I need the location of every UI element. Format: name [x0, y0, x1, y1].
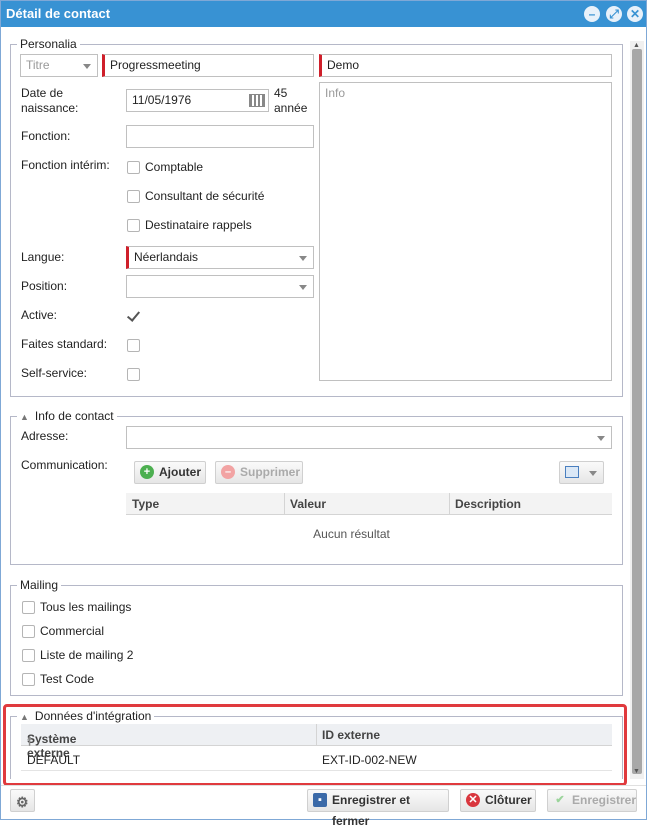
communication-grid-header: Type Valeur Description — [126, 493, 612, 515]
footer-toolbar: ⚙ ▪ Enregistrer et fermer ✕ Clôturer ✔ Enre… — [1, 785, 646, 828]
col-valeur[interactable]: Valeur — [290, 497, 326, 511]
row-system: DEFAULT — [27, 753, 81, 767]
fonction-input[interactable] — [126, 125, 314, 148]
minimize-icon[interactable]: – — [584, 6, 600, 22]
mailing-checkbox-0[interactable] — [22, 601, 35, 614]
check-icon: ✔ — [555, 794, 565, 806]
scroll-up-icon: ▲ — [633, 42, 640, 49]
scroll-down-icon: ▼ — [633, 768, 640, 775]
collapse-icon[interactable]: ▲ — [20, 412, 29, 422]
delete-button[interactable]: – Supprimer — [215, 461, 303, 484]
mailing-item-2: Liste de mailing 2 — [40, 648, 134, 662]
close-circle-icon: ✕ — [466, 793, 480, 807]
collapse-icon[interactable]: ▲ — [20, 712, 29, 722]
save-close-button[interactable]: ▪ Enregistrer et fermer — [307, 789, 449, 828]
integration-legend[interactable]: ▲ Données d'intégration — [17, 709, 154, 724]
plus-icon: + — [140, 465, 154, 479]
chevron-down-icon — [83, 64, 91, 69]
chevron-down-icon — [597, 436, 605, 441]
lastname-input[interactable]: Demo — [319, 54, 612, 77]
position-select[interactable] — [126, 275, 314, 298]
interim-checkbox-0[interactable] — [127, 161, 140, 174]
window-title: Détail de contact — [6, 6, 111, 21]
info-textarea[interactable]: Info — [319, 82, 612, 381]
mailing-item-3: Test Code — [40, 672, 95, 686]
contact-detail-window: Détail de contact – ⤢ ✕ Personalia Titre… — [0, 0, 647, 828]
firstname-input[interactable]: Progressmeeting — [102, 54, 314, 77]
interim-option-2: Destinataire rappels — [145, 218, 252, 232]
chevron-down-icon — [589, 471, 597, 476]
vertical-scrollbar[interactable]: ▲ ▼ — [630, 41, 644, 779]
integration-grid-header: Système externe 🠕 ID externe — [21, 724, 612, 760]
close-button[interactable]: ✕ Clôturer — [460, 789, 536, 812]
standard-checkbox[interactable] — [127, 339, 140, 352]
table-row[interactable]: DEFAULT EXT-ID-002-NEW — [21, 749, 612, 771]
settings-button[interactable]: ⚙ — [10, 789, 35, 812]
export-menu-button[interactable] — [559, 461, 604, 484]
fonction-label: Fonction: — [21, 129, 71, 143]
col-description[interactable]: Description — [455, 497, 521, 511]
chevron-down-icon — [299, 256, 307, 261]
empty-message: Aucun résultat — [313, 527, 390, 541]
mailing-item-0: Tous les mailings — [40, 600, 132, 614]
langue-select[interactable]: Néerlandais — [126, 246, 314, 269]
adresse-label: Adresse: — [21, 429, 69, 443]
mailing-legend: Mailing — [20, 578, 59, 592]
position-label: Position: — [21, 279, 68, 293]
col-id-externe[interactable]: ID externe — [322, 728, 380, 742]
row-id: EXT-ID-002-NEW — [322, 753, 417, 767]
title-bar[interactable]: Détail de contact – ⤢ ✕ — [1, 1, 646, 27]
close-icon[interactable]: ✕ — [627, 6, 643, 22]
mailing-item-1: Commercial — [40, 624, 105, 638]
interim-option-0: Comptable — [145, 160, 204, 174]
interim-checkbox-2[interactable] — [127, 219, 140, 232]
gear-icon: ⚙ — [16, 794, 29, 810]
calendar-icon[interactable] — [249, 94, 265, 107]
dob-input[interactable]: 11/05/1976 — [126, 89, 269, 112]
selfservice-checkbox[interactable] — [127, 368, 140, 381]
mailing-checkbox-3[interactable] — [22, 673, 35, 686]
active-checkbox[interactable] — [127, 310, 140, 323]
langue-label: Langue: — [21, 250, 65, 264]
adresse-select[interactable] — [126, 426, 612, 449]
contact-legend[interactable]: ▲ Info de contact — [17, 409, 117, 424]
standard-label: Faites standard: — [21, 337, 108, 351]
dob-label: Date de naissance: — [21, 86, 79, 115]
chevron-down-icon — [299, 285, 307, 290]
add-button[interactable]: + Ajouter — [134, 461, 206, 484]
floppy-icon: ▪ — [313, 793, 327, 807]
title-select[interactable]: Titre — [20, 54, 98, 77]
maximize-icon[interactable]: ⤢ — [606, 6, 622, 22]
save-button[interactable]: ✔ Enregistrer — [547, 789, 637, 812]
export-icon — [565, 466, 579, 478]
age-label: 45 année — [274, 86, 308, 115]
minus-icon: – — [221, 465, 235, 479]
interim-option-1: Consultant de sécurité — [145, 189, 265, 203]
scrollbar-thumb[interactable] — [632, 49, 642, 774]
mailing-checkbox-2[interactable] — [22, 649, 35, 662]
selfservice-label: Self-service: — [21, 366, 88, 380]
mailing-checkbox-1[interactable] — [22, 625, 35, 638]
interim-checkbox-1[interactable] — [127, 190, 140, 203]
active-label: Active: — [21, 308, 58, 322]
interim-label: Fonction intérim: — [21, 158, 110, 172]
window-body: Personalia Titre Progressmeeting Demo Da… — [1, 27, 646, 787]
col-type[interactable]: Type — [132, 497, 159, 511]
communication-label: Communication: — [21, 458, 108, 472]
personalia-legend: Personalia — [20, 37, 77, 51]
